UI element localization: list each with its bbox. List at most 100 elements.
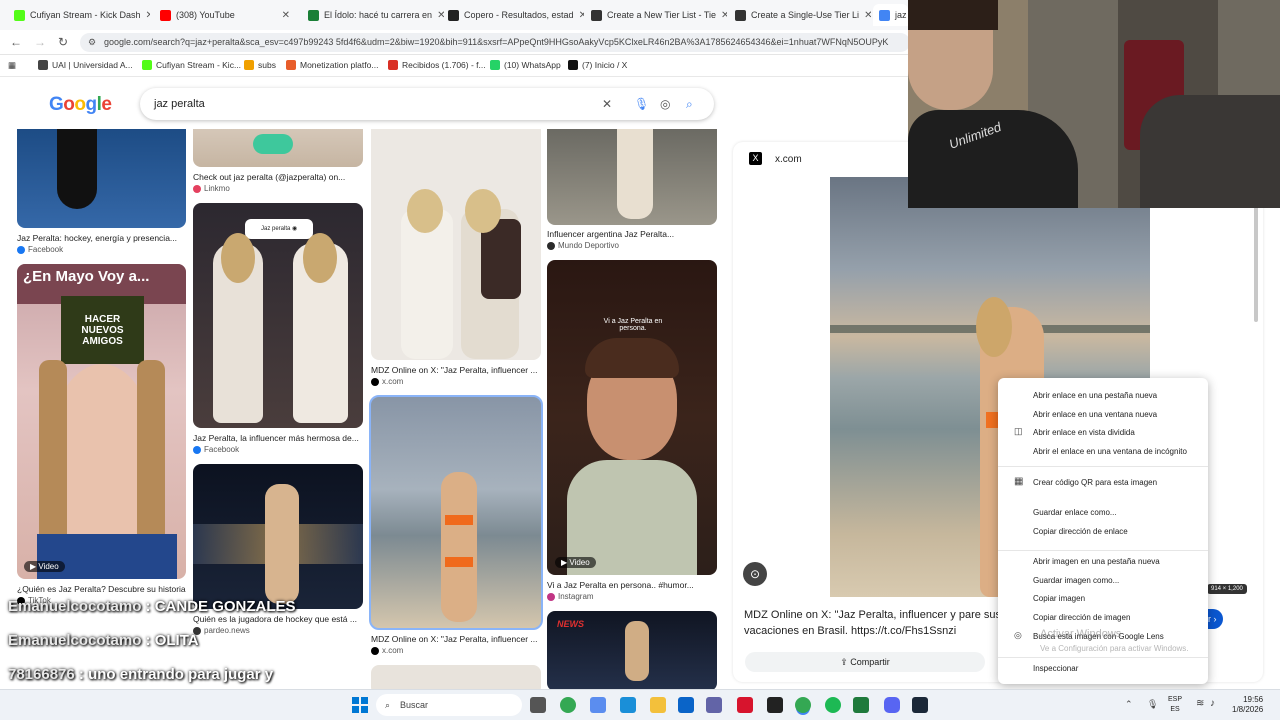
preview-source[interactable]: x.com — [775, 154, 802, 165]
close-icon[interactable]: ✕ — [721, 10, 727, 21]
context-menu-item[interactable]: Abrir enlace en una pestaña nueva — [1033, 391, 1157, 400]
result-caption[interactable]: Jaz Peralta, la influencer más hermosa d… — [193, 433, 363, 443]
forward-icon[interactable]: → — [34, 35, 46, 49]
bookmark-item[interactable]: Cufiyan Stream - Kic... — [142, 60, 241, 70]
search-icon[interactable]: ⌕ — [686, 88, 693, 120]
bookmark-item[interactable]: Recibidos (1.706) - f... — [388, 60, 486, 70]
result-image[interactable] — [547, 129, 717, 225]
tab[interactable]: jaz — [873, 4, 908, 26]
search-box[interactable]: jaz peralta ✕ 🎙 ◎ ⌕ — [140, 88, 714, 120]
tab[interactable]: Cufiyan Stream - Kick Dash ✕ — [8, 4, 150, 26]
tab[interactable]: Copero - Resultados, estad ✕ — [442, 4, 584, 26]
sticker-text: HACER NUEVOS AMIGOS — [81, 313, 124, 347]
wifi-icon[interactable]: ≋ — [1196, 698, 1204, 709]
share-button[interactable]: ⇪ Compartir — [745, 652, 985, 672]
app-icon[interactable] — [767, 697, 783, 713]
context-menu-item[interactable]: Copiar imagen — [1033, 594, 1085, 603]
result-caption[interactable]: Quién es la jugadora de hockey que está … — [193, 614, 363, 624]
task-view-icon[interactable] — [530, 697, 546, 713]
clock[interactable]: 19:56 1/8/2026 — [1232, 695, 1263, 715]
file-explorer-icon[interactable] — [650, 697, 666, 713]
result-image[interactable] — [17, 129, 186, 228]
context-menu-item[interactable]: Abrir imagen en una pestaña nueva — [1033, 557, 1160, 566]
tab[interactable]: El Ídolo: hacé tu carrera en ✕ — [302, 4, 444, 26]
context-menu-item[interactable]: Copiar dirección de imagen — [1033, 613, 1130, 622]
chrome-active-icon[interactable] — [795, 697, 811, 713]
result-image[interactable]: ¿En Mayo Voy a... HACER NUEVOS AMIGOS — [17, 264, 186, 579]
bookmark-item[interactable]: UAI | Universidad A... — [38, 60, 133, 70]
discord-icon[interactable] — [884, 697, 900, 713]
reload-icon[interactable]: ↻ — [58, 35, 68, 49]
lens-icon[interactable]: ◎ — [660, 88, 670, 120]
result-image[interactable] — [193, 129, 363, 167]
bookmark-item[interactable]: (10) WhatsApp — [490, 60, 561, 70]
tab[interactable]: Create a Single-Use Tier Li ✕ — [729, 4, 871, 26]
mic-icon[interactable]: 🎙 — [1147, 699, 1158, 710]
tiermaker-icon — [591, 9, 602, 21]
result-image[interactable] — [371, 129, 541, 360]
bookmark-icon — [568, 60, 578, 70]
url-text: google.com/search?q=jaz+peralta&sca_esv=… — [104, 37, 889, 47]
result-image[interactable]: Jaz peralta ◉ — [193, 203, 363, 428]
context-menu-item[interactable]: Crear código QR para esta imagen — [1033, 478, 1157, 487]
app-icon[interactable] — [590, 697, 606, 713]
result-image[interactable]: NEWS — [547, 611, 717, 689]
outlook-icon[interactable] — [678, 697, 694, 713]
taskbar-search[interactable]: ⌕ Buscar — [376, 694, 522, 716]
preview-title[interactable]: MDZ Online on X: "Jaz Peralta, influence… — [744, 607, 1009, 639]
spotify-icon[interactable] — [825, 697, 841, 713]
volume-icon[interactable]: ♪ — [1210, 698, 1215, 709]
context-menu-item[interactable]: Inspeccionar — [1033, 664, 1078, 673]
chat-message: Emanuelcocotamo : OLITA — [8, 632, 199, 649]
language-indicator[interactable]: ESP ES — [1168, 695, 1182, 715]
close-icon[interactable]: ✕ — [282, 10, 290, 21]
result-caption[interactable]: MDZ Online on X: "Jaz Peralta, influence… — [371, 365, 541, 375]
result-image[interactable] — [371, 665, 541, 689]
webcam-overlay: Unlimited — [908, 0, 1280, 208]
chat-message: 78166876 : uno entrando para jugar y — [8, 666, 274, 683]
tray-chevron-icon[interactable]: ⌃ — [1125, 699, 1133, 710]
close-icon[interactable]: ✕ — [146, 10, 150, 21]
result-image[interactable] — [193, 464, 363, 609]
steam-icon[interactable] — [912, 697, 928, 713]
split-view-icon: ◫ — [1014, 426, 1023, 436]
teams-icon[interactable] — [706, 697, 722, 713]
result-caption[interactable]: Check out jaz peralta (@jazperalta) on..… — [193, 172, 363, 182]
context-menu-item[interactable]: Copiar dirección de enlace — [1033, 527, 1128, 536]
chat-text: OLITA — [154, 632, 199, 649]
mic-icon[interactable]: 🎙 — [634, 88, 649, 120]
context-menu-item[interactable]: Guardar imagen como... — [1033, 576, 1119, 585]
context-menu-item[interactable]: Abrir enlace en vista dividida — [1033, 428, 1135, 437]
result-caption[interactable]: Vi a Jaz Peralta en persona.. #humor... — [547, 580, 717, 590]
apps-icon[interactable]: ▦ — [8, 60, 16, 71]
result-image-selected[interactable] — [369, 395, 543, 630]
google-logo[interactable]: Google — [49, 94, 112, 116]
back-icon[interactable]: ← — [10, 35, 22, 49]
app-icon[interactable] — [737, 697, 753, 713]
close-icon[interactable]: ✕ — [864, 10, 871, 21]
edge-icon[interactable] — [620, 697, 636, 713]
chrome-icon[interactable] — [560, 697, 576, 713]
bookmark-item[interactable]: Monetization platfo... — [286, 60, 378, 70]
game-icon — [308, 9, 319, 21]
bookmark-item[interactable]: (7) Inicio / X — [568, 60, 627, 70]
result-image[interactable]: Vi a Jaz Peralta en persona. — [547, 260, 717, 575]
site-info-icon[interactable]: ⚙ — [88, 33, 96, 52]
bookmark-item[interactable]: subs — [244, 60, 276, 70]
result-caption[interactable]: Influencer argentina Jaz Peralta... — [547, 229, 717, 239]
result-caption[interactable]: ¿Quién es Jaz Peralta? Descubre su histo… — [17, 584, 187, 594]
excel-icon[interactable] — [853, 697, 869, 713]
context-menu-item[interactable]: Abrir el enlace en una ventana de incógn… — [1033, 447, 1187, 456]
context-menu-item[interactable]: Guardar enlace como... — [1033, 508, 1117, 517]
panel-scrollbar[interactable] — [1254, 202, 1258, 322]
lens-icon[interactable]: ⊙ — [743, 562, 767, 586]
close-icon[interactable]: ✕ — [579, 10, 584, 21]
url-field[interactable]: ⚙ google.com/search?q=jaz+peralta&sca_es… — [80, 33, 910, 52]
tab[interactable]: Create a New Tier List - Tie ✕ — [585, 4, 727, 26]
context-menu-item[interactable]: Abrir enlace en una ventana nueva — [1033, 410, 1157, 419]
clear-icon[interactable]: ✕ — [602, 88, 612, 120]
result-caption[interactable]: MDZ Online on X: "Jaz Peralta, influence… — [371, 634, 541, 644]
windows-start-icon[interactable] — [352, 697, 368, 713]
tab[interactable]: (308) YouTube ✕ — [154, 4, 296, 26]
result-caption[interactable]: Jaz Peralta: hockey, energía y presencia… — [17, 233, 187, 243]
